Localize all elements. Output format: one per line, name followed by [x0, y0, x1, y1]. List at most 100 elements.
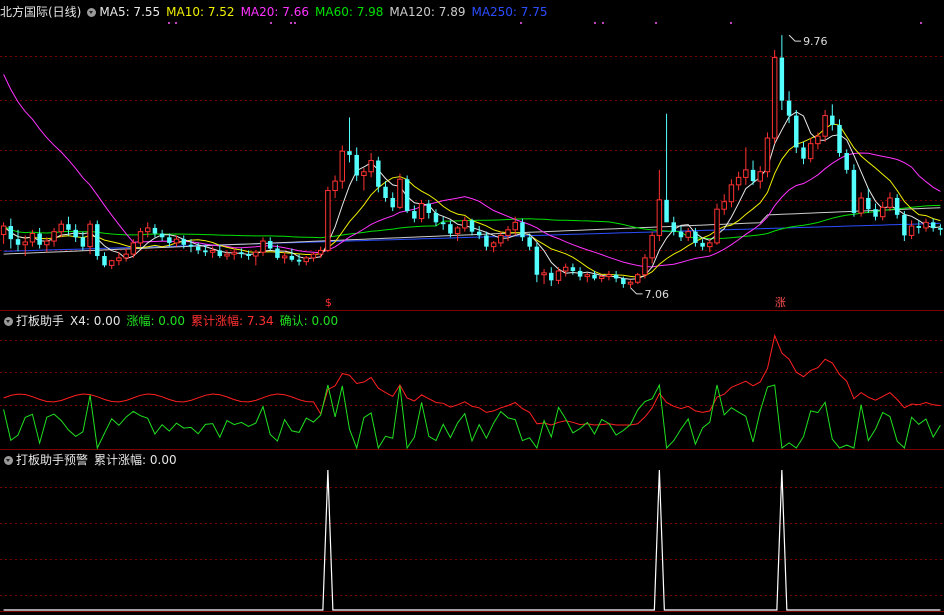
candle-body [592, 274, 597, 279]
candle-body [195, 246, 201, 251]
candle-body [418, 203, 425, 220]
alarm-ljzf-label: 累计涨幅: 0.00 [94, 453, 177, 467]
candle-body [0, 225, 7, 235]
candle-body [281, 255, 288, 259]
ljzf-label: 累计涨幅: 7.34 [191, 314, 274, 328]
candle-body [144, 227, 151, 233]
candle-body [116, 257, 122, 262]
candle-body [678, 231, 684, 238]
candle-body [66, 224, 71, 230]
ma20-label: MA20: 7.66 [240, 5, 309, 19]
candle-body [700, 242, 705, 247]
candle-body [649, 234, 655, 259]
alarm-spikes [3, 469, 941, 611]
candle-body [894, 197, 900, 215]
dropdown-icon[interactable] [4, 456, 13, 465]
dropdown-icon[interactable] [87, 8, 97, 17]
candle-body [728, 184, 735, 203]
candle-body [239, 252, 244, 255]
ma120-label: MA120: 7.89 [389, 5, 466, 19]
candle-body [354, 154, 359, 176]
candle-body [714, 208, 720, 244]
candle-body [332, 180, 338, 191]
candle-body [123, 253, 129, 259]
zf-label: 涨幅: 0.00 [126, 314, 186, 328]
dropdown-icon[interactable] [4, 317, 13, 326]
candle-body [570, 267, 576, 271]
candle-body [779, 57, 785, 101]
candle-body [102, 256, 107, 266]
candle-body [908, 225, 915, 236]
candlestick-series [0, 35, 943, 288]
candle-body [80, 237, 86, 247]
candle-body [383, 186, 388, 198]
candle-body [87, 223, 93, 248]
candle-body [426, 203, 431, 213]
indicator-title: 打板助手 [16, 314, 65, 328]
cumulative-change-line [3, 333, 941, 426]
candle-body [181, 239, 186, 245]
low-marker [630, 287, 643, 295]
candle-body [95, 224, 100, 257]
signal-label: 涨 [775, 296, 786, 309]
candle-body [209, 249, 216, 253]
marker-dot [520, 22, 522, 24]
candle-body [152, 227, 158, 234]
ma60-label: MA60: 7.98 [315, 5, 384, 19]
candle-body [267, 241, 273, 249]
candle-body [490, 242, 497, 248]
candle-body [837, 124, 842, 154]
candle-body [130, 242, 137, 255]
candle-body [58, 223, 64, 233]
candle-body [376, 160, 381, 187]
candle-body [735, 176, 742, 186]
candle-body [743, 169, 749, 178]
candle-body [807, 143, 814, 160]
candle-body [325, 189, 331, 251]
candle-body [231, 251, 237, 255]
candle-body [73, 229, 78, 238]
candle-body [440, 222, 446, 225]
marker-dot [602, 22, 604, 24]
signal-label: $ [325, 296, 332, 309]
candle-body [296, 259, 302, 262]
candle-body [750, 169, 756, 182]
indicator-legend: 打板助手 X4: 0.00 涨幅: 0.00 累计涨幅: 7.34 确认: 0.00 [0, 313, 344, 329]
alarm-title: 打板助手预警 [16, 453, 89, 467]
candle-body [627, 281, 634, 285]
candle-body [938, 227, 943, 230]
candle-body [693, 231, 698, 243]
candle-body [289, 256, 295, 260]
candle-body [15, 239, 21, 245]
candle-body [923, 221, 929, 229]
candle-body [635, 274, 641, 283]
candle-body [498, 234, 504, 244]
candle-body [664, 199, 669, 223]
candle-body [642, 257, 648, 276]
candle-body [830, 115, 835, 125]
candle-body [246, 254, 251, 257]
low-price-label: 7.06 [645, 288, 670, 301]
marker-dot [175, 22, 177, 24]
ma10-line [3, 123, 941, 278]
alarm-legend: 打板助手预警 累计涨幅: 0.00 [0, 452, 183, 468]
candle-body [512, 221, 518, 231]
candle-body [404, 179, 410, 212]
candle-body [549, 272, 554, 281]
candle-body [562, 266, 569, 272]
candle-body [476, 231, 482, 236]
candle-body [390, 197, 395, 208]
candle-body [44, 240, 50, 246]
candle-body [108, 260, 115, 266]
candle-body [8, 226, 14, 240]
marker-dot [290, 22, 292, 24]
marker-dot [920, 22, 922, 24]
candle-body [541, 272, 547, 276]
ma5-label: MA5: 7.55 [99, 5, 161, 19]
ma20-line [3, 74, 941, 268]
alarm-line [3, 469, 941, 611]
candle-body [505, 229, 511, 236]
marker-dot [168, 22, 170, 24]
candle-body [584, 274, 591, 278]
candle-body [916, 226, 922, 228]
